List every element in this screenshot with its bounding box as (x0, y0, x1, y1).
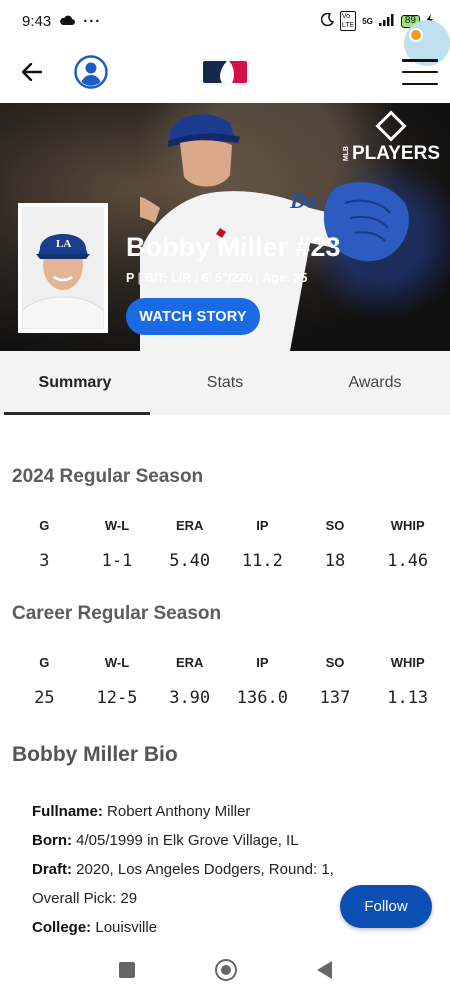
home-icon[interactable] (214, 959, 237, 981)
stat-value: 3.90 (169, 688, 211, 708)
stat-value: 18 (324, 551, 346, 571)
app-header (0, 42, 450, 102)
career-stats-title: Career Regular Season (12, 603, 222, 624)
follow-button[interactable]: Follow (340, 885, 432, 928)
stat-header: ERA (175, 518, 204, 533)
stat-header: IP (256, 655, 269, 670)
bio-draft: Draft: 2020, Los Angeles Dodgers, Round:… (32, 861, 334, 907)
signal-icon (378, 13, 395, 29)
tab-awards[interactable]: Awards (300, 351, 450, 415)
volte-icon: Vo LTE (339, 11, 357, 31)
stats-value-row: 3 1-1 5.40 11.2 18 1.46 (8, 533, 444, 571)
system-nav-bar (0, 940, 450, 1000)
stat-value: 137 (319, 688, 351, 708)
profile-button[interactable] (74, 55, 108, 89)
players-diamond-icon (375, 110, 407, 142)
player-position: P (126, 271, 135, 285)
tab-stats[interactable]: Stats (150, 351, 300, 415)
player-tabs: Summary Stats Awards (0, 351, 450, 415)
mlb-players-brand: MLB PLAYERS (343, 110, 440, 165)
status-time: 9:43 (22, 12, 52, 30)
bio-fullname: Fullname: Robert Anthony Miller (32, 803, 251, 820)
stat-header: ERA (175, 655, 204, 670)
stat-header: W-L (104, 655, 130, 670)
stats-header-row: G W-L ERA IP SO WHIP (8, 655, 444, 670)
stat-header: WHIP (390, 518, 425, 533)
bio-born: Born: 4/05/1999 in Elk Grove Village, IL (32, 832, 299, 849)
player-meta: P | B/T: L/R | 6' 5"/220 | Age: 25 (126, 271, 308, 285)
arrow-left-icon (22, 63, 42, 81)
stat-value: 25 (34, 688, 55, 708)
notification-dot (409, 28, 423, 42)
career-stats-table: G W-L ERA IP SO WHIP 25 12-5 3.90 136.0 … (8, 655, 444, 708)
svg-text:LA: LA (56, 238, 71, 250)
status-bar: 9:43 ··· Vo LTE 5G 89 (0, 0, 450, 42)
stat-header: SO (325, 518, 345, 533)
hamburger-menu-icon (402, 59, 438, 62)
stats-header-row: G W-L ERA IP SO WHIP (8, 518, 444, 533)
watch-story-button[interactable]: WATCH STORY (126, 298, 260, 335)
stat-header: W-L (104, 518, 130, 533)
bio-title: Bobby Miller Bio (12, 743, 178, 766)
mlb-logo[interactable] (200, 58, 250, 86)
player-name: Bobby Miller #23 (126, 232, 341, 262)
season-stats-title: 2024 Regular Season (12, 466, 204, 487)
player-height-weight: 6' 5"/220 (201, 271, 253, 285)
player-age: Age: 25 (262, 271, 308, 285)
user-avatar-icon (74, 55, 108, 89)
player-bats-throws: B/T: L/R (144, 271, 192, 285)
cloud-icon (59, 13, 76, 30)
hamburger-menu-button[interactable] (402, 56, 438, 88)
stat-header: WHIP (390, 655, 425, 670)
more-dots-icon: ··· (83, 12, 102, 30)
back-triangle-icon[interactable] (316, 961, 332, 979)
stat-value: 136.0 (236, 688, 288, 708)
season-stats-table: G W-L ERA IP SO WHIP 3 1-1 5.40 11.2 18 … (8, 518, 444, 571)
back-button[interactable] (16, 56, 48, 88)
stat-value: 3 (39, 551, 50, 571)
stat-value: 11.2 (241, 551, 283, 571)
stat-header: G (39, 655, 50, 670)
stat-value: 5.40 (169, 551, 211, 571)
stat-value: 1.46 (387, 551, 429, 571)
stats-value-row: 25 12-5 3.90 136.0 137 1.13 (8, 670, 444, 708)
stat-header: SO (325, 655, 345, 670)
network-label: 5G (362, 16, 373, 26)
moon-icon (320, 12, 334, 29)
tab-summary[interactable]: Summary (0, 351, 150, 415)
svg-text:Do: Do (289, 188, 317, 213)
stat-header: G (39, 518, 50, 533)
stat-value: 1-1 (101, 551, 133, 571)
stat-header: IP (256, 518, 269, 533)
recent-apps-icon[interactable] (118, 962, 135, 978)
stat-value: 12-5 (96, 688, 138, 708)
stat-value: 1.13 (387, 688, 429, 708)
player-headshot: LA (18, 203, 108, 333)
